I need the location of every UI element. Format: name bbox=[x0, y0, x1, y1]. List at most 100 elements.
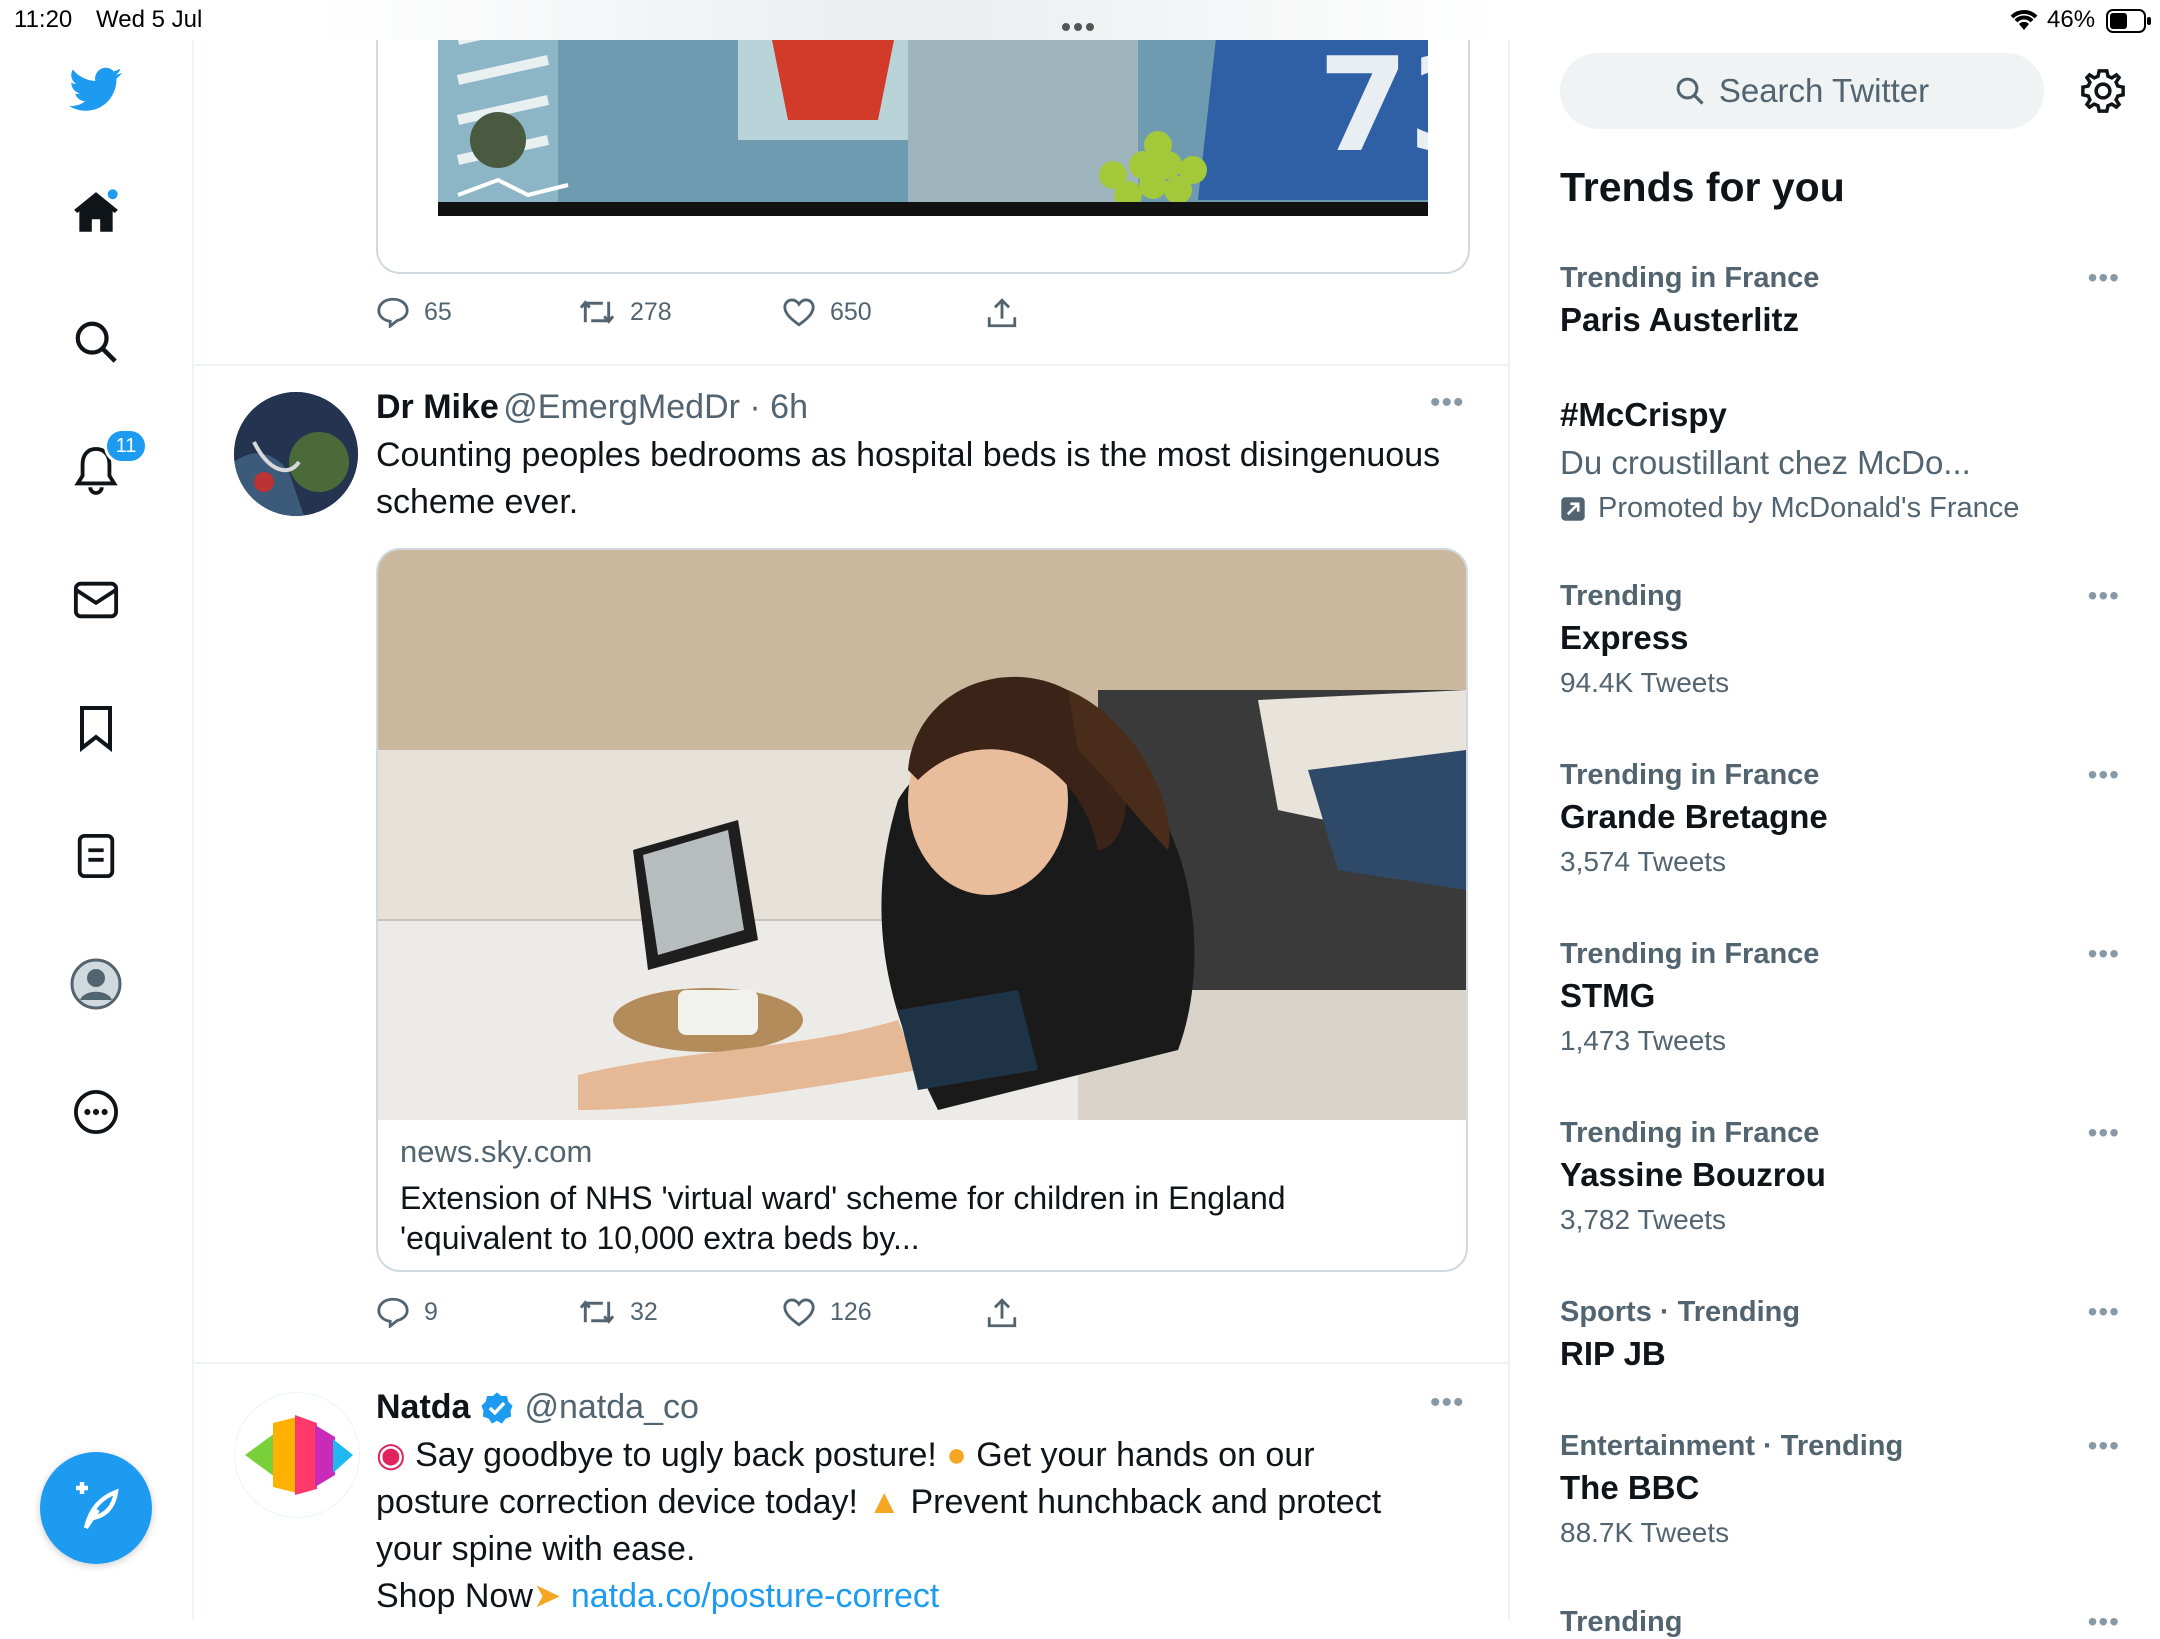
author-handle[interactable]: @EmergMedDr · 6h bbox=[503, 388, 808, 426]
trend-context: Trending in France bbox=[1560, 262, 1820, 294]
promoted-icon bbox=[1561, 496, 1585, 521]
share-button[interactable] bbox=[986, 296, 1018, 330]
tweet-divider bbox=[194, 364, 1508, 366]
like-count: 126 bbox=[830, 1297, 872, 1326]
trend-item-promoted[interactable]: #McCrispy Du croustillant chez McDo... P… bbox=[1560, 396, 2120, 525]
lists-icon[interactable] bbox=[66, 826, 126, 886]
tweet-header: Dr Mike @EmergMedDr · 6h bbox=[376, 388, 808, 427]
trends-title: Trends for you bbox=[1560, 164, 1845, 210]
tweet-line: your spine with ease. bbox=[376, 1530, 696, 1568]
wifi-icon bbox=[2008, 6, 2040, 37]
trend-name: The BBC bbox=[1560, 1469, 1700, 1506]
more-options-icon[interactable] bbox=[66, 1082, 126, 1142]
tweet-line: ◉ Say goodbye to ugly back posture! ● Ge… bbox=[376, 1432, 1496, 1479]
author-handle[interactable]: @natda_co bbox=[524, 1388, 698, 1427]
battery-icon bbox=[2106, 9, 2152, 38]
reply-button[interactable]: 9 bbox=[376, 1296, 438, 1328]
search-placeholder: Search Twitter bbox=[1718, 72, 1930, 109]
battery-percent: 46% bbox=[2047, 6, 2096, 33]
home-icon[interactable] bbox=[66, 183, 126, 243]
trend-item[interactable]: Trending in France Grande Bretagne 3,574… bbox=[1560, 759, 2120, 878]
timeline: 73 65 278 650 bbox=[194, 40, 1510, 1620]
trend-count: 3,574 Tweets bbox=[1560, 846, 1727, 877]
retweet-icon bbox=[579, 1300, 615, 1324]
siren-icon: ◉ bbox=[376, 1436, 406, 1474]
tweet-divider bbox=[194, 1362, 1508, 1364]
tweet-text: ◉ Say goodbye to ugly back posture! ● Ge… bbox=[376, 1432, 1496, 1620]
trend-item[interactable]: Entertainment · Trending The BBC 88.7K T… bbox=[1560, 1430, 2120, 1549]
trend-description: Du croustillant chez McDo... bbox=[1560, 444, 1971, 481]
like-button[interactable]: 650 bbox=[782, 296, 872, 328]
trend-more-button[interactable]: ••• bbox=[2088, 262, 2120, 294]
bookmarks-icon[interactable] bbox=[66, 698, 126, 758]
search-icon[interactable] bbox=[66, 312, 126, 372]
twitter-logo-icon[interactable] bbox=[66, 60, 126, 120]
trend-more-button[interactable]: ••• bbox=[2088, 1606, 2120, 1638]
tweet-header: Natda @natda_co bbox=[376, 1388, 699, 1427]
messages-icon[interactable] bbox=[66, 570, 126, 630]
trend-name: Paris Austerlitz bbox=[1560, 301, 1800, 338]
trend-context: Sports · Trending bbox=[1560, 1296, 1801, 1328]
retweet-count: 32 bbox=[630, 1297, 658, 1326]
like-button[interactable]: 126 bbox=[782, 1296, 872, 1328]
cartoon-image[interactable]: 73 bbox=[438, 40, 1468, 216]
trend-context: Trending bbox=[1560, 580, 1683, 612]
retweet-count: 278 bbox=[630, 297, 672, 326]
trend-item[interactable]: Trending ••• bbox=[1560, 1606, 2120, 1639]
trend-more-button[interactable]: ••• bbox=[2088, 1430, 2120, 1462]
trend-name: Express bbox=[1560, 619, 1689, 656]
share-button[interactable] bbox=[986, 1296, 1018, 1330]
trend-context: Trending bbox=[1560, 1606, 1683, 1638]
tweet-line: posture correction device today! ▲ Preve… bbox=[376, 1479, 1496, 1526]
settings-gear-icon[interactable] bbox=[2080, 68, 2126, 119]
tweet-text-segment: Say goodbye to ugly back posture! bbox=[415, 1436, 937, 1474]
reply-icon bbox=[377, 297, 409, 328]
multitask-dots[interactable] bbox=[1060, 18, 1096, 36]
retweet-button[interactable]: 32 bbox=[578, 1296, 658, 1328]
trend-more-button[interactable]: ••• bbox=[2088, 580, 2120, 612]
heart-icon bbox=[783, 298, 815, 327]
tweet-more-button[interactable]: ••• bbox=[1430, 386, 1465, 420]
author-name[interactable]: Dr Mike bbox=[376, 388, 499, 426]
search-input[interactable]: Search Twitter bbox=[1560, 53, 2044, 129]
tweet-text-segment: Get your hands on our bbox=[976, 1436, 1315, 1474]
trend-more-button[interactable]: ••• bbox=[2088, 759, 2120, 791]
tweet-media-card[interactable]: 73 bbox=[376, 40, 1470, 274]
avatar[interactable] bbox=[234, 392, 358, 516]
multitask-bar bbox=[320, 0, 1500, 40]
like-count: 650 bbox=[830, 297, 872, 326]
avatar-image bbox=[234, 392, 358, 516]
tweet-link[interactable]: natda.co/posture-correct bbox=[571, 1577, 940, 1615]
trend-context: Trending in France bbox=[1560, 1117, 1820, 1149]
trend-item[interactable]: Trending in France STMG 1,473 Tweets ••• bbox=[1560, 938, 2120, 1057]
retweet-button[interactable]: 278 bbox=[578, 296, 672, 328]
tweet-line: Shop Now➤ natda.co/posture-correct bbox=[376, 1573, 1496, 1620]
notifications-badge: 11 bbox=[104, 428, 148, 464]
right-column: Search Twitter Trends for you Trending i… bbox=[1510, 40, 2160, 1638]
trend-item[interactable]: Trending in France Paris Austerlitz ••• bbox=[1560, 262, 2120, 339]
thumbs-up-icon: ▲ bbox=[867, 1483, 902, 1521]
status-bar: 11:20 Wed 5 Jul 46% bbox=[0, 0, 2160, 40]
reply-button[interactable]: 65 bbox=[376, 296, 452, 328]
search-icon bbox=[1676, 77, 1704, 105]
trend-more-button[interactable]: ••• bbox=[2088, 1117, 2120, 1149]
promoted-by-text: Promoted by McDonald's France bbox=[1598, 492, 2020, 524]
trend-item[interactable]: Trending Express 94.4K Tweets ••• bbox=[1560, 580, 2120, 699]
trend-item[interactable]: Trending in France Yassine Bouzrou 3,782… bbox=[1560, 1117, 2120, 1236]
natda-logo-icon bbox=[245, 1415, 353, 1495]
compose-tweet-button[interactable] bbox=[40, 1452, 152, 1564]
profile-avatar-icon[interactable] bbox=[66, 954, 126, 1014]
tweet-text-segment: Prevent hunchback and protect bbox=[910, 1483, 1382, 1521]
reply-count: 9 bbox=[424, 1297, 438, 1326]
link-card[interactable]: news.sky.com Extension of NHS 'virtual w… bbox=[376, 548, 1468, 1272]
trend-item[interactable]: Sports · Trending RIP JB ••• bbox=[1560, 1296, 2120, 1373]
tweet-text-segment: posture correction device today! bbox=[376, 1483, 858, 1521]
author-name[interactable]: Natda bbox=[376, 1388, 470, 1427]
trend-more-button[interactable]: ••• bbox=[2088, 938, 2120, 970]
avatar[interactable] bbox=[234, 1392, 360, 1518]
tweet-more-button[interactable]: ••• bbox=[1430, 1386, 1465, 1420]
share-icon bbox=[987, 1298, 1017, 1328]
tweet-text: Counting peoples bedrooms as hospital be… bbox=[376, 436, 1441, 521]
trend-more-button[interactable]: ••• bbox=[2088, 1296, 2120, 1328]
reply-count: 65 bbox=[424, 297, 452, 326]
